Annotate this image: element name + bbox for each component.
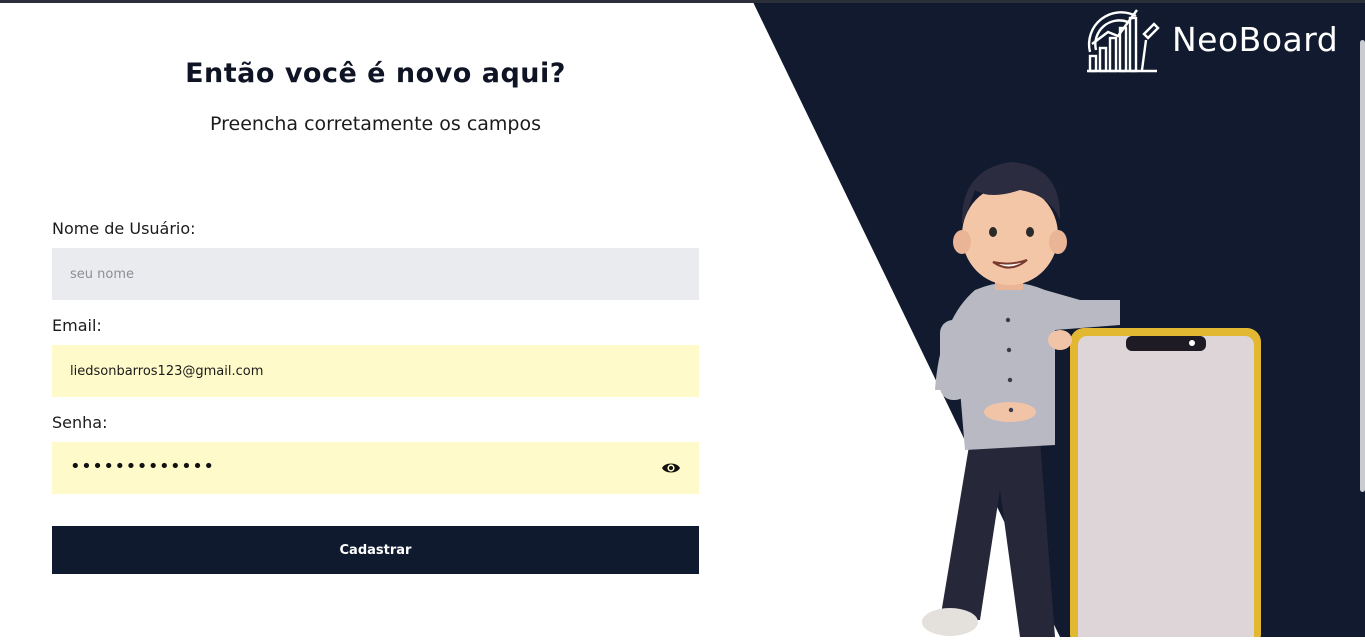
vertical-scrollbar[interactable] <box>1360 40 1365 492</box>
username-input[interactable] <box>52 248 699 300</box>
brand-name: NeoBoard <box>1172 20 1339 59</box>
password-label: Senha: <box>52 413 108 432</box>
chart-growth-icon <box>1082 4 1162 74</box>
eye-icon[interactable] <box>661 459 681 477</box>
password-input[interactable]: ••••••••••••• <box>52 442 699 494</box>
email-label: Email: <box>52 316 102 335</box>
page-title: Então você é novo aqui? <box>185 58 566 89</box>
register-button[interactable]: Cadastrar <box>52 526 699 574</box>
password-masked-value: ••••••••••••• <box>70 456 215 477</box>
signup-form: Então você é novo aqui? Preencha correta… <box>52 0 699 637</box>
username-label: Nome de Usuário: <box>52 219 196 238</box>
email-input[interactable] <box>52 345 699 397</box>
page-subtitle: Preencha corretamente os campos <box>210 113 541 135</box>
person-with-phone-illustration <box>880 150 1280 642</box>
